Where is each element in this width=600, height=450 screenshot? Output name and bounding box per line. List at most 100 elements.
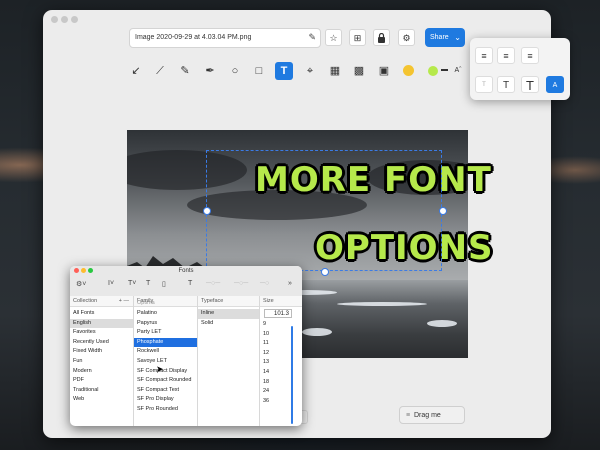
selection-handle-bottom[interactable] <box>321 268 329 276</box>
filename-text: Image 2020-09-29 at 4.03.04 PM.png <box>135 34 252 41</box>
family-column: Family Optima Palatino Papyrus Party LET… <box>134 296 198 426</box>
family-item[interactable]: SF Compact Display <box>134 367 197 377</box>
text-style-fonts-button[interactable]: A <box>546 76 564 93</box>
family-item[interactable]: Party LET <box>134 328 197 338</box>
lock-icon[interactable] <box>373 29 390 46</box>
add-collection-icon[interactable]: + — <box>119 296 129 307</box>
size-item[interactable]: 12 <box>260 349 302 359</box>
collection-item[interactable]: Traditional <box>70 386 133 396</box>
size-column: Size 101.3 9 10 11 12 13 14 18 24 36 <box>260 296 302 426</box>
typeface-item-selected[interactable]: Inline <box>198 309 259 319</box>
font-size-icon[interactable]: Aˆ <box>449 62 467 80</box>
family-item[interactable]: SF Pro Rounded <box>134 405 197 415</box>
fill-tool-icon[interactable]: ▣ <box>375 62 393 80</box>
line-tool-icon[interactable]: ⟋ <box>151 62 169 80</box>
size-item[interactable]: 18 <box>260 378 302 388</box>
share-chevron-icon: ⌄ <box>454 33 461 42</box>
typeface-header: Typeface <box>198 296 259 307</box>
family-item[interactable]: Papyrus <box>134 319 197 329</box>
text-style-plain-button[interactable]: T <box>475 76 493 93</box>
family-item[interactable]: SF Compact Rounded <box>134 376 197 386</box>
family-item[interactable]: Rockwell <box>134 347 197 357</box>
text-style-outline-button[interactable]: T <box>497 76 515 93</box>
rectangle-tool-icon[interactable]: □ <box>250 62 268 80</box>
rename-pencil-icon[interactable]: ✎ <box>308 32 316 43</box>
size-slider[interactable] <box>291 326 293 424</box>
fonts-panel: Fonts ⚙˅ I˅ T˅ T ▯ T ─○─ ─○─ ─○ » Collec… <box>70 266 302 426</box>
fonts-close-button[interactable] <box>74 268 79 273</box>
size-header: Size <box>260 296 302 307</box>
family-item-selected[interactable]: Phosphate <box>134 337 197 348</box>
typeface-column: Typeface Inline Solid <box>198 296 260 426</box>
share-button[interactable]: Share ⌄ <box>425 28 465 47</box>
crop-tool-icon[interactable]: ⌖ <box>301 62 319 80</box>
selection-handle-left[interactable] <box>203 207 211 215</box>
shadow-offset-slider[interactable]: ─○ <box>260 280 269 287</box>
collection-item[interactable]: All Fonts <box>70 309 133 319</box>
family-item[interactable]: Savoye LET <box>134 357 197 367</box>
fonts-toolbar: ⚙˅ I˅ T˅ T ▯ T ─○─ ─○─ ─○ » <box>70 276 302 297</box>
blur-tool-icon[interactable]: ▩ <box>350 62 368 80</box>
ellipse-tool-icon[interactable]: ○ <box>226 62 244 80</box>
text-strike-icon[interactable]: T˅ <box>128 280 136 287</box>
collection-item-selected[interactable]: English <box>70 318 133 329</box>
align-center-icon[interactable]: ≡ <box>497 47 515 64</box>
text-style-bold-button[interactable]: T <box>521 76 539 93</box>
drag-me-button[interactable]: ≡ Drag me <box>399 406 465 424</box>
collection-item[interactable]: PDF <box>70 376 133 386</box>
text-selection-box[interactable] <box>206 150 442 271</box>
collection-item[interactable]: Favorites <box>70 328 133 338</box>
collection-column: Collection + — All Fonts English Favorite… <box>70 296 134 426</box>
collection-item[interactable]: Web <box>70 395 133 405</box>
fonts-panel-title: Fonts <box>70 266 302 276</box>
family-item[interactable]: SF Pro Display <box>134 395 197 405</box>
family-item[interactable]: Palatino <box>134 309 197 319</box>
document-color-icon[interactable]: ▯ <box>162 280 166 288</box>
fonts-more-icon[interactable]: » <box>288 280 292 287</box>
text-underline-icon[interactable]: I˅ <box>108 280 114 287</box>
star-icon[interactable]: ☆ <box>325 29 342 46</box>
fonts-minimize-button[interactable] <box>81 268 86 273</box>
text-tool-icon[interactable]: T <box>275 62 293 80</box>
size-item[interactable]: 24 <box>260 387 302 397</box>
fonts-action-gear-icon[interactable]: ⚙˅ <box>76 280 86 288</box>
zoom-window-button[interactable] <box>71 16 78 23</box>
text-style-popover: ≡ ≡ ≡ T T T A <box>470 38 570 100</box>
highlighter-tool-icon[interactable]: ✒ <box>201 62 219 80</box>
size-item[interactable]: 11 <box>260 339 302 349</box>
close-window-button[interactable] <box>51 16 58 23</box>
family-item[interactable]: Optima <box>134 299 197 307</box>
pen-tool-icon[interactable]: ✎ <box>176 62 194 80</box>
collection-item[interactable]: Fun <box>70 357 133 367</box>
share-label: Share <box>430 34 449 41</box>
collection-header-label: Collection <box>73 298 98 304</box>
save-to-icon[interactable]: ⊞ <box>349 29 366 46</box>
settings-icon[interactable]: ⚙ <box>398 29 415 46</box>
filename-field[interactable]: Image 2020-09-29 at 4.03.04 PM.png ✎ <box>129 28 321 48</box>
size-item[interactable]: 10 <box>260 330 302 340</box>
shadow-opacity-slider[interactable]: ─○─ <box>206 280 220 287</box>
text-color-icon[interactable]: T <box>146 280 150 287</box>
size-item[interactable]: 13 <box>260 358 302 368</box>
shadow-blur-slider[interactable]: ─○─ <box>234 280 248 287</box>
pixelate-tool-icon[interactable]: ▦ <box>326 62 344 80</box>
collection-item[interactable]: Recently Used <box>70 338 133 348</box>
collection-item[interactable]: Fixed Width <box>70 347 133 357</box>
size-input[interactable]: 101.3 <box>264 309 292 318</box>
typeface-item[interactable]: Solid <box>198 319 259 329</box>
collection-item[interactable]: Modern <box>70 367 133 377</box>
size-item[interactable]: 14 <box>260 368 302 378</box>
size-item[interactable]: 36 <box>260 397 302 407</box>
minimize-window-button[interactable] <box>61 16 68 23</box>
selection-handle-right[interactable] <box>439 207 447 215</box>
align-right-icon[interactable]: ≡ <box>521 47 539 64</box>
fonts-zoom-button[interactable] <box>88 268 93 273</box>
family-item[interactable]: SF Compact Text <box>134 386 197 396</box>
emoji-tool-icon[interactable] <box>399 62 417 80</box>
align-left-icon[interactable]: ≡ <box>475 47 493 64</box>
drag-me-label: Drag me <box>413 412 441 419</box>
stroke-width-icon[interactable] <box>439 62 449 80</box>
text-shadow-icon[interactable]: T <box>188 280 192 287</box>
arrow-tool-icon[interactable]: ↙ <box>127 62 145 80</box>
size-item[interactable]: 9 <box>260 320 302 330</box>
